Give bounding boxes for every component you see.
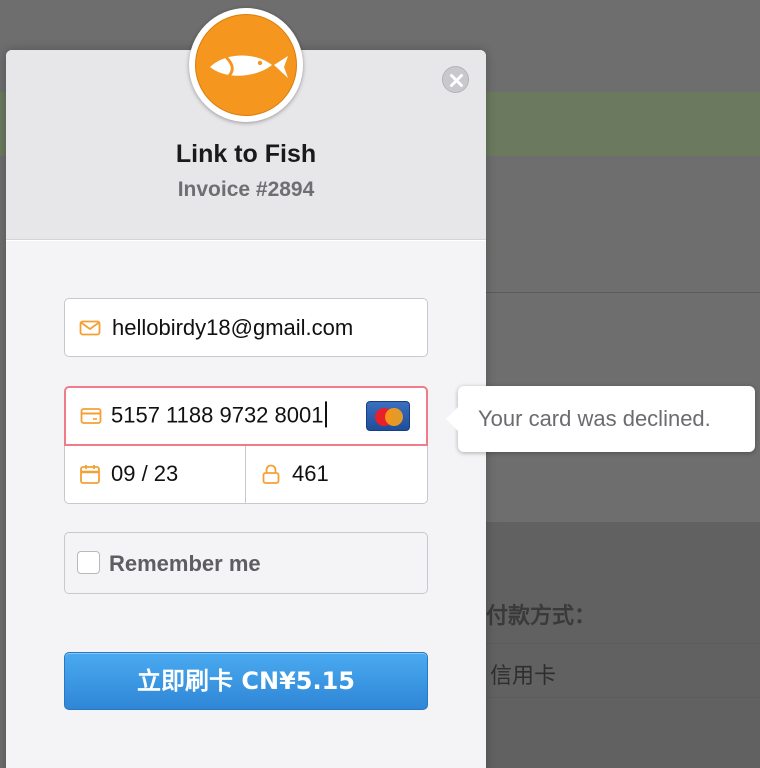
error-message: Your card was declined. xyxy=(478,406,711,431)
background-divider xyxy=(486,292,760,293)
pay-button[interactable]: 立即刷卡 CN¥5.15 xyxy=(64,652,428,710)
merchant-title: Link to Fish xyxy=(175,140,317,168)
expiry-field[interactable]: 09 / 23 xyxy=(64,444,246,504)
calendar-icon xyxy=(80,465,100,484)
cvc-value: 461 xyxy=(292,461,329,486)
background-divider xyxy=(486,643,760,644)
text-caret xyxy=(325,401,328,428)
fish-logo-icon xyxy=(210,55,288,79)
background-divider xyxy=(486,697,760,698)
credit-card-icon xyxy=(80,408,102,424)
envelope-icon xyxy=(79,320,101,335)
remember-me-checkbox[interactable] xyxy=(77,551,100,574)
close-icon xyxy=(450,74,463,87)
remember-me-label: Remember me xyxy=(109,551,261,576)
card-number-field[interactable]: 5157 1188 9732 8001 xyxy=(64,386,428,446)
merchant-logo xyxy=(189,8,303,122)
remember-me-toggle[interactable]: Remember me xyxy=(64,532,428,594)
cvc-field[interactable]: 461 xyxy=(245,444,428,504)
invoice-subtitle: Invoice #2894 xyxy=(177,178,315,201)
close-button[interactable] xyxy=(442,66,469,93)
background-payment-method-label: 付款方式： xyxy=(486,604,597,629)
background-credit-card-option[interactable]: 信用卡 xyxy=(490,658,556,690)
mastercard-icon xyxy=(366,401,410,431)
lock-icon xyxy=(262,464,280,484)
background-payment-panel xyxy=(486,522,760,768)
email-value: hellobirdy18@gmail.com xyxy=(112,314,354,340)
email-field[interactable]: hellobirdy18@gmail.com xyxy=(64,298,428,357)
checkout-modal: Link to Fish Invoice #2894 hellobirdy18@… xyxy=(6,50,486,768)
expiry-value: 09 / 23 xyxy=(111,461,179,486)
card-number-value: 5157 1188 9732 8001 xyxy=(111,401,328,429)
card-details-group: 5157 1188 9732 8001 09 / 23 461 xyxy=(64,386,428,504)
card-declined-tooltip: Your card was declined. xyxy=(446,386,755,452)
